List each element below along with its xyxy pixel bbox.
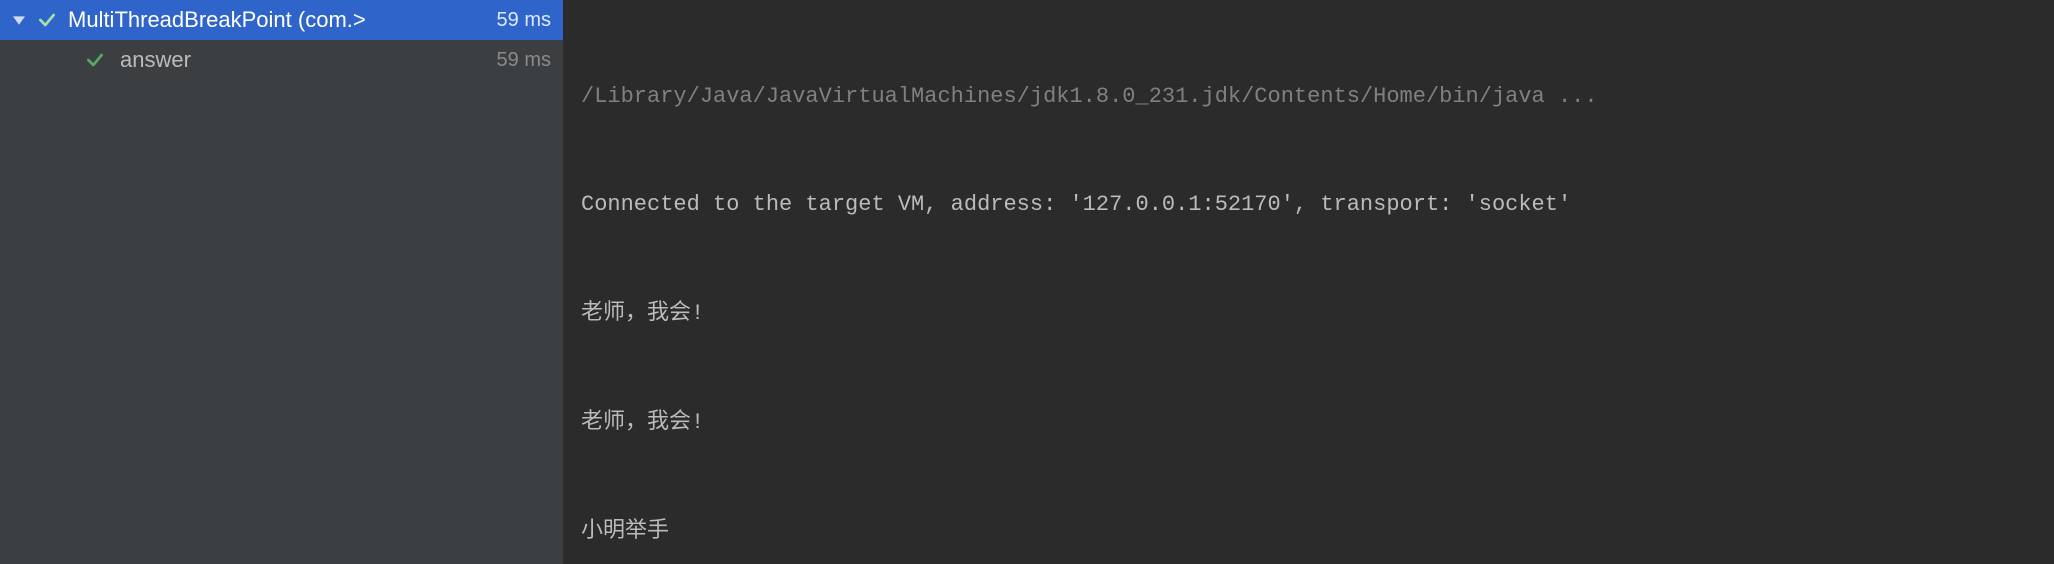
console-line: 老师，我会! — [581, 405, 2036, 441]
test-node-label: MultiThreadBreakPoint (com.> — [68, 7, 489, 33]
test-node-label: answer — [120, 47, 489, 73]
console-line: /Library/Java/JavaVirtualMachines/jdk1.8… — [581, 79, 2036, 115]
test-node-timing: 59 ms — [489, 49, 551, 72]
triangle-down-icon — [13, 14, 25, 26]
test-tree-root-row[interactable]: MultiThreadBreakPoint (com.> 59 ms — [0, 0, 563, 40]
check-icon — [37, 10, 57, 30]
test-tree-panel[interactable]: MultiThreadBreakPoint (com.> 59 ms answe… — [0, 0, 563, 564]
check-icon — [85, 50, 105, 70]
console-line: 老师，我会! — [581, 296, 2036, 332]
console-line: Connected to the target VM, address: '12… — [581, 187, 2036, 223]
console-output-panel[interactable]: /Library/Java/JavaVirtualMachines/jdk1.8… — [563, 0, 2054, 564]
test-tree-child-row[interactable]: answer 59 ms — [0, 40, 563, 80]
test-pass-icon — [84, 50, 106, 70]
expand-toggle-icon[interactable] — [10, 14, 28, 26]
run-tool-window: MultiThreadBreakPoint (com.> 59 ms answe… — [0, 0, 2054, 564]
console-line: 小明举手 — [581, 514, 2036, 550]
test-pass-icon — [36, 10, 58, 30]
test-node-timing: 59 ms — [489, 9, 551, 32]
